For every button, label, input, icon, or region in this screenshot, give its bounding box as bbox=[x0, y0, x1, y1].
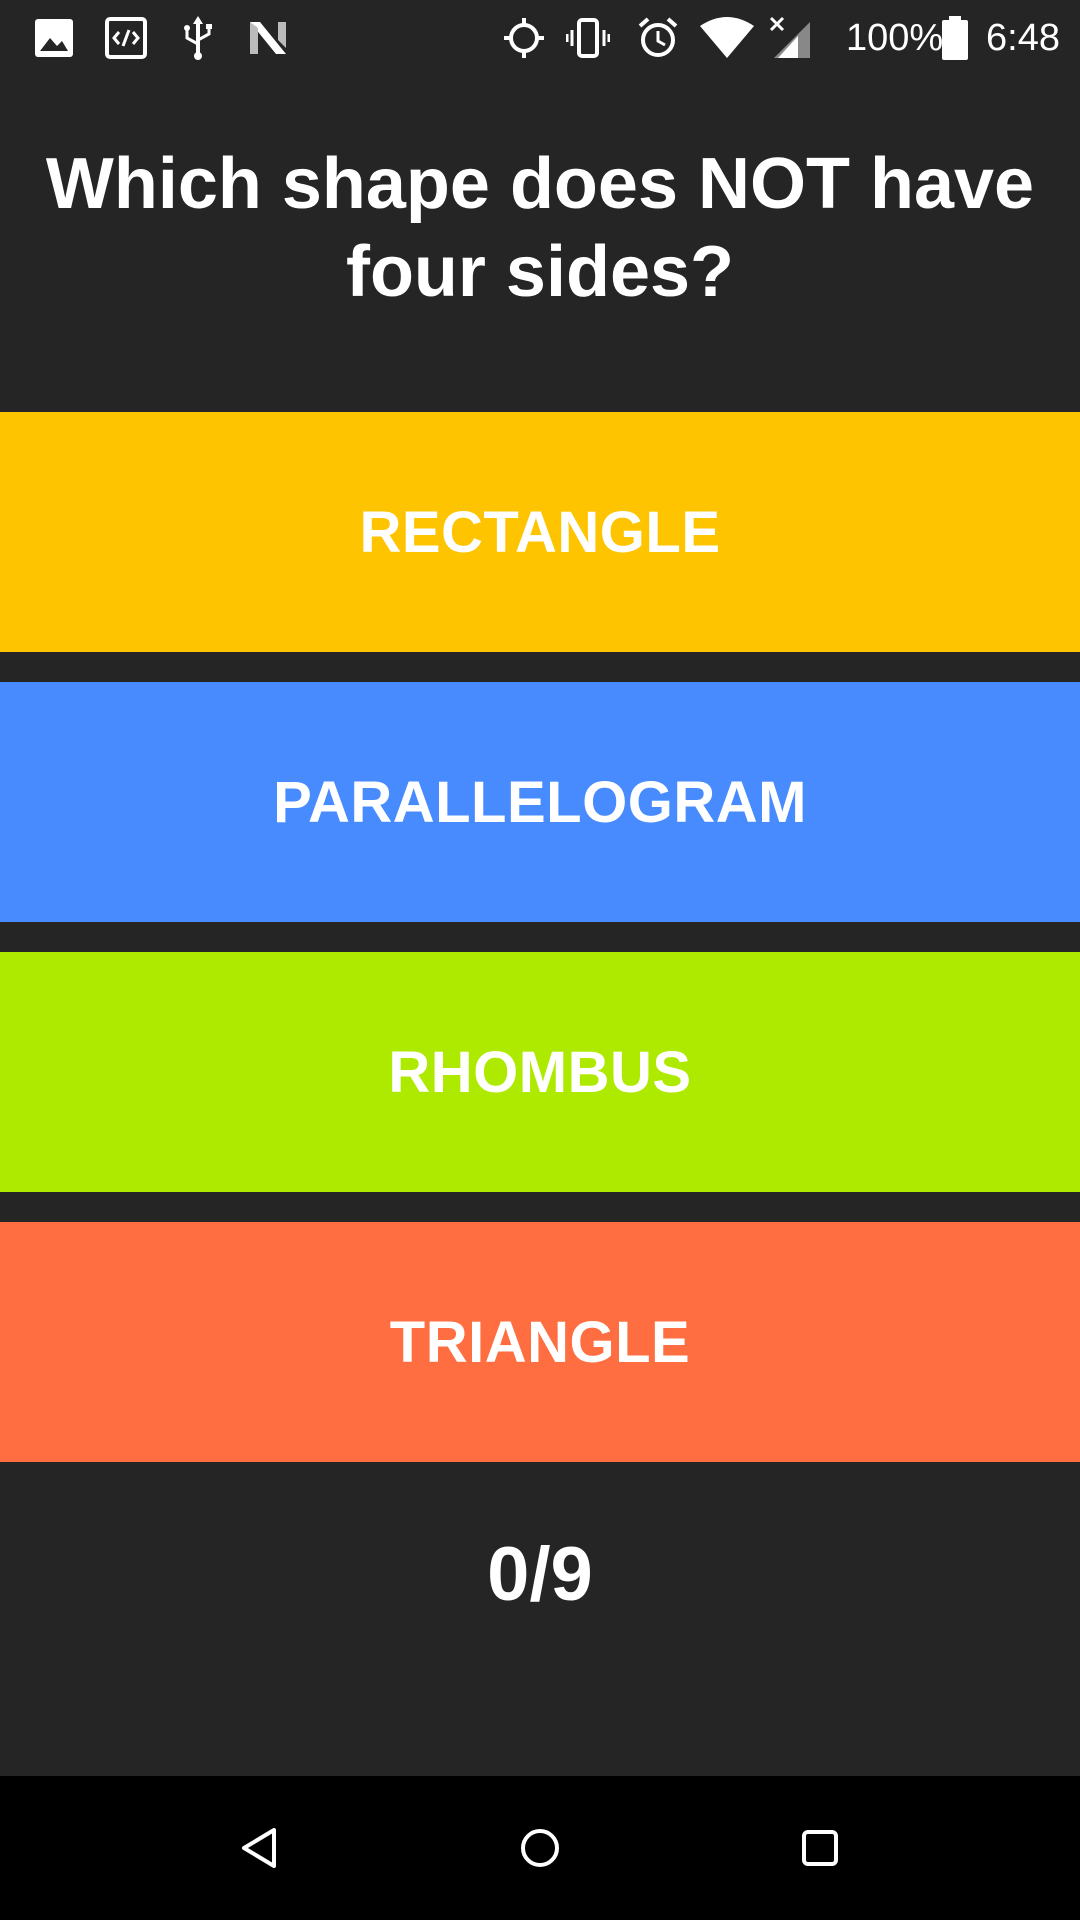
alarm-icon bbox=[638, 17, 678, 57]
answer-button-rectangle[interactable]: RECTANGLE bbox=[0, 412, 1080, 652]
wifi-icon bbox=[700, 17, 754, 58]
answer-button-triangle[interactable]: TRIANGLE bbox=[0, 1222, 1080, 1462]
score-counter: 0/9 bbox=[487, 1532, 593, 1617]
vibrate-icon bbox=[566, 18, 610, 58]
navigation-bar bbox=[0, 1776, 1080, 1920]
status-bar: 100% 6:48 bbox=[0, 0, 1080, 76]
code-icon bbox=[105, 17, 147, 59]
battery-icon bbox=[942, 16, 968, 60]
n-icon bbox=[250, 22, 286, 54]
question-text: Which shape does NOT have four sides? bbox=[45, 144, 1035, 312]
home-icon[interactable] bbox=[510, 1818, 570, 1878]
usb-icon bbox=[184, 16, 212, 60]
battery-percentage: 100% bbox=[846, 17, 944, 59]
answer-button-rhombus[interactable]: RHOMBUS bbox=[0, 952, 1080, 1192]
back-icon[interactable] bbox=[230, 1818, 290, 1878]
signal-off-icon bbox=[769, 16, 810, 58]
clock: 6:48 bbox=[986, 17, 1060, 59]
answer-button-parallelogram[interactable]: PARALLELOGRAM bbox=[0, 682, 1080, 922]
image-icon bbox=[35, 19, 73, 57]
gps-icon bbox=[504, 18, 544, 58]
recents-icon[interactable] bbox=[790, 1818, 850, 1878]
